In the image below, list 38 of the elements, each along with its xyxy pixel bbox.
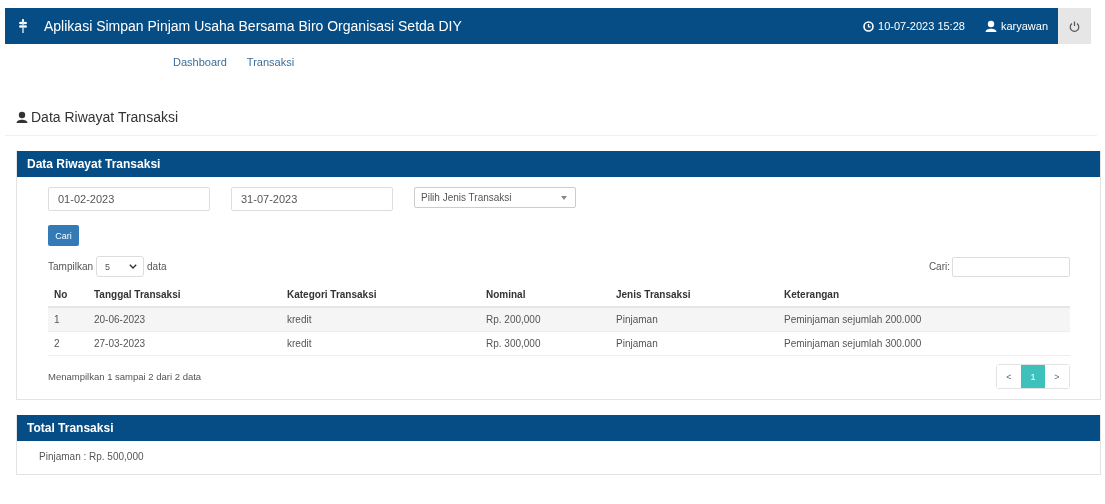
table-cell: 20-06-2023 <box>88 307 281 332</box>
power-icon <box>1069 20 1080 32</box>
table-cell: kredit <box>281 307 480 332</box>
total-text: Pinjaman : Rp. 500,000 <box>39 451 144 462</box>
table-cell: 2 <box>48 331 88 356</box>
table-cell: Pinjaman <box>610 331 778 356</box>
type-select[interactable]: Pilih Jenis Transaksi <box>414 187 576 208</box>
search-field[interactable] <box>952 256 1070 277</box>
table-cell: Peminjaman sejumlah 200.000 <box>778 307 1070 332</box>
nav-link[interactable]: Transaksi <box>246 56 295 80</box>
search-button[interactable]: Cari <box>48 225 79 246</box>
table-cell: 1 <box>48 307 88 332</box>
user-icon <box>16 111 28 123</box>
page-title: Data Riwayat Transaksi <box>31 109 179 125</box>
length-label: data <box>147 261 167 272</box>
table-info: Menampilkan 1 sampai 2 dari 2 data <box>48 371 202 382</box>
table-cell: Rp. 300,000 <box>480 331 610 356</box>
table-cell: 27-03-2023 <box>88 331 281 356</box>
logout-button[interactable] <box>1058 8 1091 44</box>
page-size-select[interactable]: 5 <box>96 256 145 277</box>
date-field[interactable]: 31-07-2023 <box>231 187 393 211</box>
panel-header: Total Transaksi <box>17 415 1100 441</box>
date-field[interactable]: 01-02-2023 <box>48 187 210 211</box>
user-name[interactable]: karyawan <box>1000 20 1048 32</box>
length-label: Tampilkan <box>48 261 94 272</box>
dropdown-icon <box>561 195 567 200</box>
table-cell: kredit <box>281 331 480 356</box>
table-cell: Rp. 200,000 <box>480 307 610 332</box>
chevron-icon <box>129 264 138 269</box>
panel-header: Data Riwayat Transaksi <box>17 151 1100 177</box>
search-label: Cari: <box>928 261 950 272</box>
table-cell: Peminjaman sejumlah 300.000 <box>778 331 1070 356</box>
date-time: 10-07-2023 15:28 <box>878 20 965 32</box>
clock-icon <box>863 20 875 32</box>
user-icon <box>984 20 997 32</box>
nav-link[interactable]: Dashboard <box>173 56 227 80</box>
table-cell: Pinjaman <box>610 307 778 332</box>
app-title: Aplikasi Simpan Pinjam Usaha Bersama Biro Organisasi Setda DIY <box>44 18 462 34</box>
